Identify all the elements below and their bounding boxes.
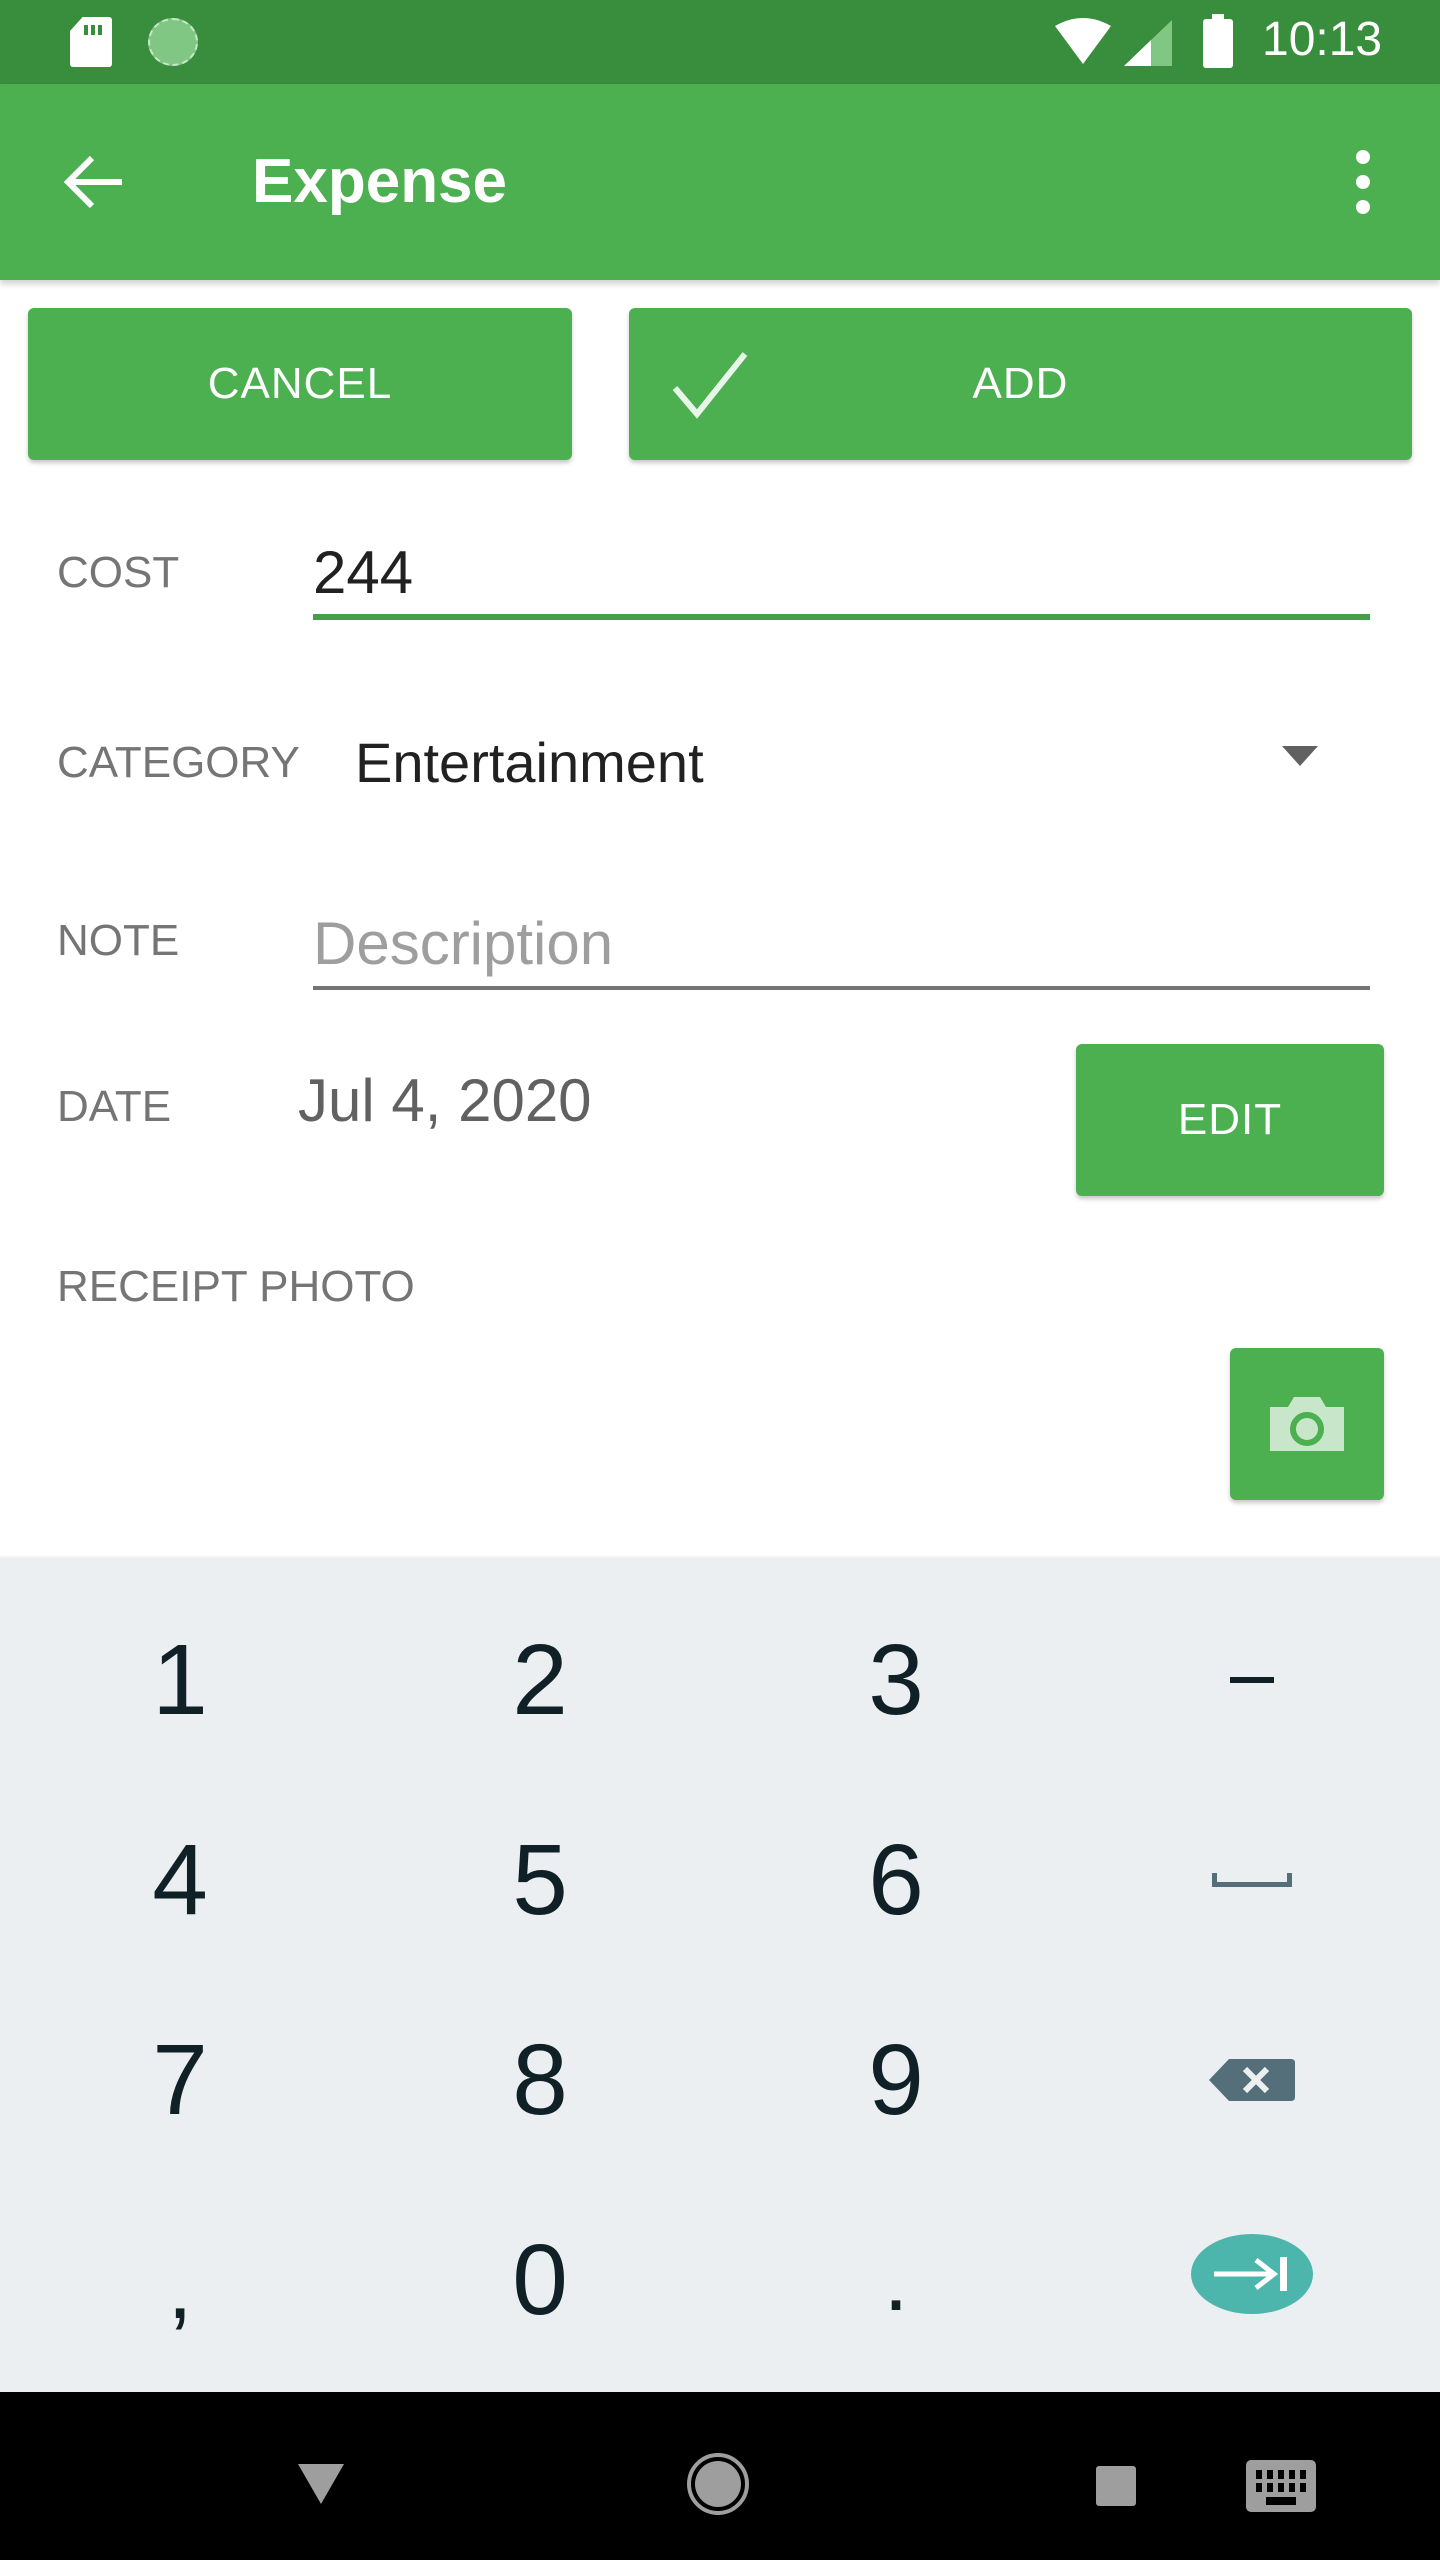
- key-4[interactable]: 4: [0, 1780, 360, 1980]
- backspace-icon: [1209, 2059, 1295, 2101]
- note-input[interactable]: [313, 900, 1370, 990]
- receipt-photo-label: RECEIPT PHOTO: [57, 1262, 415, 1311]
- numeric-keyboard: 1 2 3 4 5 6 7 8 9 , 0 .: [0, 1556, 1440, 2394]
- minus-icon: [1230, 1677, 1274, 1683]
- category-dropdown[interactable]: Entertainment: [355, 720, 1370, 810]
- key-7[interactable]: 7: [0, 1980, 360, 2180]
- dropdown-arrow-icon: [1282, 746, 1318, 766]
- date-value: Jul 4, 2020: [298, 1067, 592, 1134]
- more-vert-icon[interactable]: [1340, 150, 1386, 214]
- key-minus[interactable]: [1072, 1580, 1432, 1780]
- key-8[interactable]: 8: [360, 1980, 720, 2180]
- key-2[interactable]: 2: [360, 1580, 720, 1780]
- sync-icon: [148, 18, 198, 66]
- space-icon: [1212, 1873, 1292, 1887]
- status-bar: 10:13: [0, 0, 1440, 84]
- key-backspace[interactable]: [1072, 1980, 1432, 2180]
- arrow-left-icon[interactable]: [62, 152, 126, 212]
- cancel-button[interactable]: CANCEL: [28, 308, 572, 460]
- check-icon: [672, 352, 748, 419]
- key-5[interactable]: 5: [360, 1780, 720, 1980]
- nav-home-icon[interactable]: [686, 2452, 750, 2516]
- key-1[interactable]: 1: [0, 1580, 360, 1780]
- cost-input[interactable]: [313, 530, 1370, 620]
- key-0[interactable]: 0: [360, 2180, 720, 2380]
- edit-date-button-label: EDIT: [1177, 1095, 1283, 1144]
- next-field-button[interactable]: [1191, 2234, 1313, 2314]
- camera-icon: [1270, 1397, 1344, 1451]
- category-value: Entertainment: [355, 731, 704, 794]
- cancel-button-label: CANCEL: [207, 359, 393, 408]
- add-button-label: ADD: [972, 359, 1069, 408]
- wifi-icon: [1055, 18, 1111, 64]
- key-comma[interactable]: ,: [0, 2188, 360, 2388]
- page-title: Expense: [252, 147, 508, 216]
- key-period[interactable]: .: [716, 2180, 1076, 2380]
- nav-recents-icon[interactable]: [1094, 2464, 1138, 2508]
- navigation-bar: [0, 2392, 1440, 2560]
- key-9[interactable]: 9: [716, 1980, 1076, 2180]
- app-bar: Expense: [0, 84, 1440, 280]
- keyboard-switch-icon[interactable]: [1246, 2460, 1316, 2512]
- cost-label: COST: [57, 548, 180, 597]
- clock: 10:13: [1262, 13, 1383, 66]
- nav-back-icon[interactable]: [296, 2462, 346, 2506]
- sd-card-icon: [70, 17, 112, 67]
- battery-icon: [1203, 14, 1233, 68]
- take-photo-button[interactable]: [1230, 1348, 1384, 1500]
- note-label: NOTE: [57, 916, 180, 965]
- key-6[interactable]: 6: [716, 1780, 1076, 1980]
- key-3[interactable]: 3: [716, 1580, 1076, 1780]
- key-space[interactable]: [1072, 1780, 1432, 1980]
- edit-date-button[interactable]: EDIT: [1076, 1044, 1384, 1196]
- key-next[interactable]: [1072, 2174, 1432, 2374]
- cell-signal-icon: [1124, 20, 1172, 66]
- category-label: CATEGORY: [57, 738, 300, 787]
- tab-arrow-icon: [1214, 2257, 1287, 2291]
- date-label: DATE: [57, 1082, 172, 1131]
- add-button[interactable]: ADD: [629, 308, 1412, 460]
